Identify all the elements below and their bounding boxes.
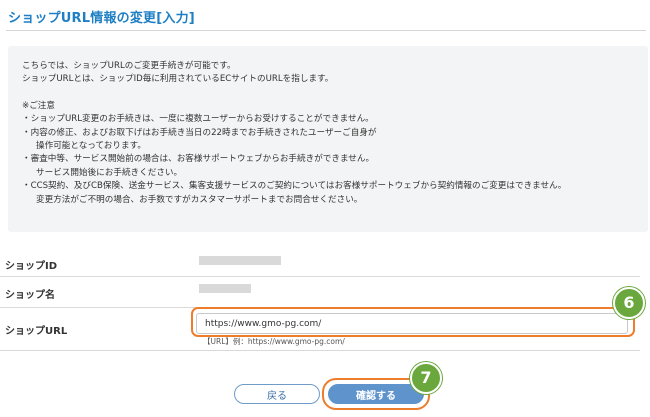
notice-bullet-continued: 操作可能となっております。: [36, 141, 146, 152]
notice-intro-line: こちらでは、ショップURLのご変更手続きが可能です。: [22, 61, 236, 71]
shop-id-value-redacted: [199, 256, 281, 265]
step-7-badge: 7: [410, 362, 442, 394]
step-6-badge: 6: [613, 287, 645, 319]
shop-name-label: ショップ名: [5, 290, 55, 301]
shop-url-label: ショップURL: [5, 326, 68, 337]
shop-name-row: ショップ名: [0, 277, 640, 308]
notice-bullet-continued: 変更方法がご不明の場合、お手数ですがカスタマーサポートまでお問合せください。: [36, 194, 363, 205]
shop-id-row: ショップID: [0, 246, 640, 277]
caution-heading: ※ご注意: [22, 100, 55, 111]
shop-url-hint: 【URL】例：https://www.gmo-pg.com/: [203, 337, 345, 346]
notice-bullet: ・審査中等、サービス開始前の場合は、お客様サポートウェブからお手続きができません…: [22, 154, 375, 165]
url-input-highlight: [191, 307, 635, 337]
shop-id-label: ショップID: [5, 261, 58, 272]
notice-box: こちらでは、ショップURLのご変更手続きが可能です。 ショップURLとは、ショッ…: [8, 46, 648, 232]
notice-spacer: [22, 87, 648, 100]
shop-name-value-redacted: [199, 284, 251, 293]
back-button[interactable]: 戻る: [234, 384, 320, 404]
page-title: ショップURL情報の変更[入力]: [8, 11, 195, 26]
notice-bullet: ・内容の修正、およびお取下げはお手続き当日の22時までお手続きされたユーザーご自…: [22, 127, 377, 138]
notice-intro-line: ショップURLとは、ショップID毎に利用されているECサイトのURLを指します。: [22, 74, 334, 85]
notice-bullet: ・ショップURL変更のお手続きは、一度に複数ユーザーからお受けすることができませ…: [22, 114, 374, 125]
notice-bullet-continued: サービス開始後にお手続きください。: [36, 167, 183, 178]
notice-bullet: ・CCS契約、及びCB保険、送金サービス、集客支援サービスのご契約についてはお客…: [22, 181, 567, 192]
title-divider: [6, 30, 646, 31]
